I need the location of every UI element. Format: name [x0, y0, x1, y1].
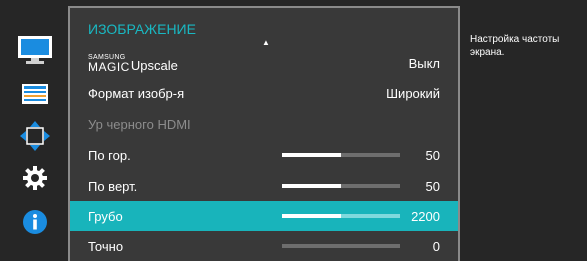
help-text: Настройка частоты экрана. — [470, 34, 560, 58]
slider-fill — [282, 153, 341, 157]
menu-item-value: 50 — [425, 147, 440, 163]
menu-item-label: Формат изобр-я — [88, 85, 185, 101]
menu-item-aspect-ratio[interactable]: Формат изобр-я Широкий — [70, 78, 458, 108]
h-position-slider[interactable] — [282, 153, 400, 157]
menu-item-h-position[interactable]: По гор. 50 — [70, 140, 458, 170]
category-sidebar — [12, 30, 58, 252]
menu-item-label: Грубо — [88, 208, 123, 224]
menu-item-magic-upscale[interactable]: SAMSUNG MAGIC Upscale Выкл — [70, 48, 458, 78]
menu-item-coarse[interactable]: Грубо 2200 — [70, 201, 458, 231]
osd-frame: ИЗОБРАЖЕНИЕ ▲ SAMSUNG MAGIC Upscale Выкл… — [0, 0, 587, 261]
menu-item-label: По гор. — [88, 147, 131, 163]
slider-fill — [282, 184, 341, 188]
slider-fill — [282, 214, 341, 218]
triangle-up-icon[interactable]: ▲ — [262, 38, 270, 47]
menu-item-value: Широкий — [386, 85, 440, 101]
arrows-move-icon[interactable] — [12, 116, 58, 156]
menu-item-v-position[interactable]: По верт. 50 — [70, 171, 458, 201]
gear-icon[interactable] — [12, 158, 58, 198]
samsung-magic-logo: SAMSUNG MAGIC — [88, 53, 130, 74]
menu-item-hdmi-black-level: Ур черного HDMI — [70, 109, 458, 139]
menu-item-value: 0 — [432, 238, 440, 254]
picture-menu: ИЗОБРАЖЕНИЕ ▲ SAMSUNG MAGIC Upscale Выкл… — [68, 6, 460, 261]
info-icon[interactable] — [12, 202, 58, 242]
menu-item-label: Точно — [88, 238, 124, 254]
menu-item-value: Выкл — [408, 55, 440, 71]
menu-item-fine[interactable]: Точно 0 — [70, 231, 458, 261]
v-position-slider[interactable] — [282, 184, 400, 188]
monitor-icon[interactable] — [12, 30, 58, 70]
menu-item-label: Ур черного HDMI — [88, 116, 191, 132]
menu-title: ИЗОБРАЖЕНИЕ — [88, 21, 196, 37]
menu-item-value: 50 — [425, 178, 440, 194]
fine-slider[interactable] — [282, 244, 400, 248]
menu-item-label: По верт. — [88, 178, 138, 194]
menu-item-label: SAMSUNG MAGIC Upscale — [88, 53, 178, 74]
menu-item-value: 2200 — [411, 208, 440, 224]
coarse-slider[interactable] — [282, 214, 400, 218]
settings-list-icon[interactable] — [12, 74, 58, 114]
